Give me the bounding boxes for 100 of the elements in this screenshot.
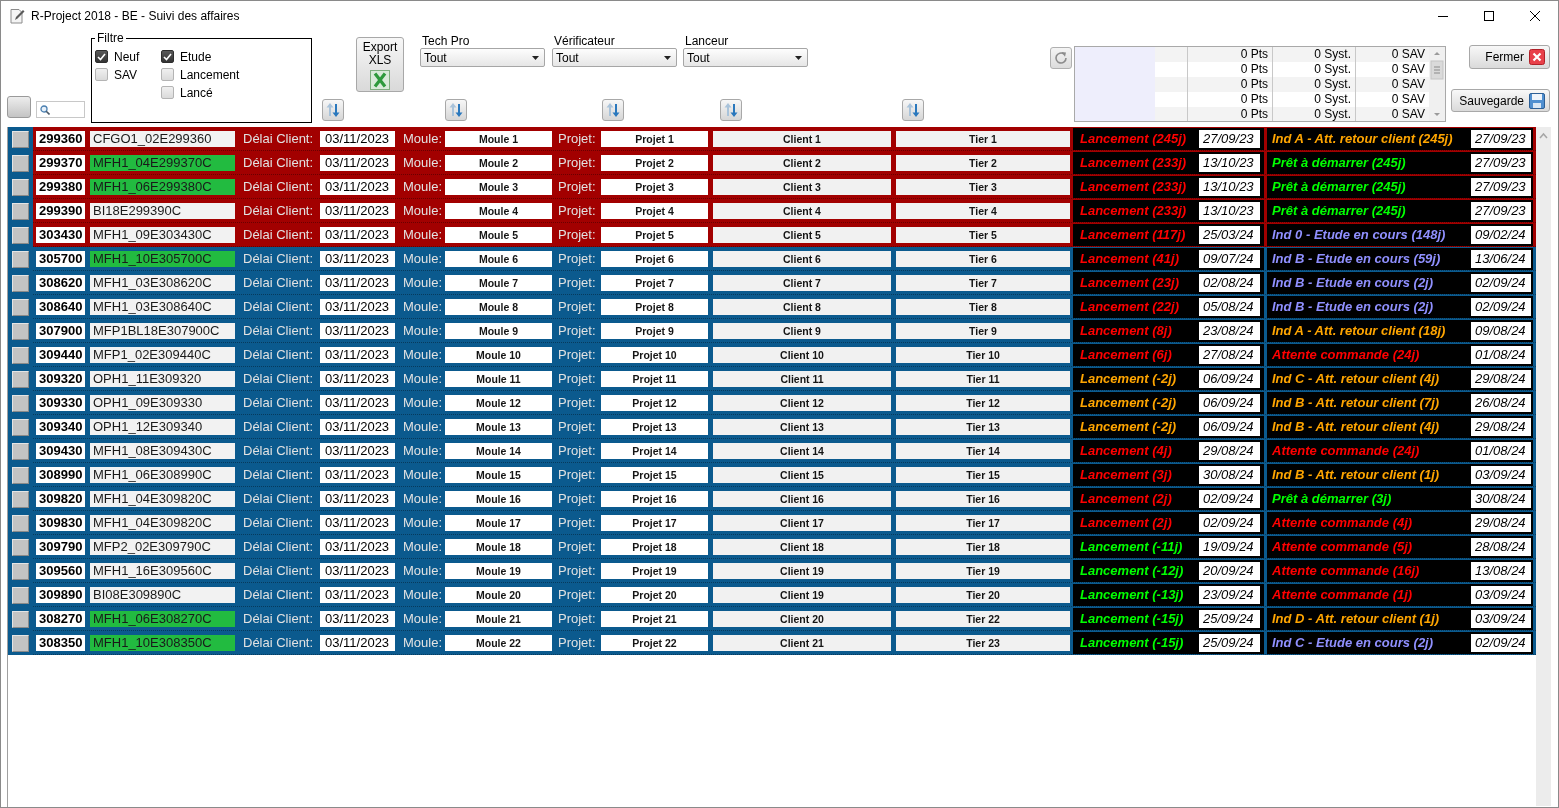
mould-cell: Moule 16 xyxy=(445,490,552,507)
tier-cell: Tier 3 xyxy=(896,178,1070,195)
export-button[interactable]: Export XLS xyxy=(356,37,404,92)
row-button[interactable] xyxy=(12,370,29,388)
dropdown[interactable]: Tout xyxy=(420,48,545,67)
tier-cell: Tier 10 xyxy=(896,346,1070,363)
field-label: Délai Client: xyxy=(243,635,315,650)
code-cell: MFP1BL18E307900C xyxy=(90,322,235,339)
date-cell: 29/08/24 xyxy=(1471,417,1531,436)
field-label: Délai Client: xyxy=(243,227,315,242)
row-button[interactable] xyxy=(12,538,29,556)
save-button[interactable]: Sauvegarde xyxy=(1451,89,1550,112)
status-text: Attente commande (24j) xyxy=(1272,443,1420,458)
search-field[interactable] xyxy=(36,101,85,118)
row-button[interactable] xyxy=(12,274,29,292)
field-label: Délai Client: xyxy=(243,155,315,170)
client-cell: Client 20 xyxy=(713,610,891,627)
launch-status-text: Lancement (233j) xyxy=(1080,179,1187,194)
field-label: Moule: xyxy=(403,515,443,530)
launch-status-text: Lancement (6j) xyxy=(1080,347,1172,362)
dropdown[interactable]: Tout xyxy=(683,48,808,67)
scrollbar[interactable] xyxy=(1429,47,1445,121)
date-cell: 03/11/2023 xyxy=(320,490,395,507)
row-button[interactable] xyxy=(12,178,29,196)
checkbox[interactable] xyxy=(161,68,174,81)
client-cell: Client 12 xyxy=(713,394,891,411)
field-label: Moule: xyxy=(403,203,443,218)
field-label: Délai Client: xyxy=(243,611,315,626)
field-label: Moule: xyxy=(403,611,443,626)
row-button[interactable] xyxy=(12,154,29,172)
date-cell: 03/11/2023 xyxy=(320,298,395,315)
client-cell: Client 10 xyxy=(713,346,891,363)
checkbox[interactable] xyxy=(161,86,174,99)
checkbox[interactable] xyxy=(161,50,174,63)
status-text: Attente commande (16j) xyxy=(1272,563,1420,578)
row-button[interactable] xyxy=(12,250,29,268)
row-button[interactable] xyxy=(12,562,29,580)
row-button[interactable] xyxy=(12,202,29,220)
field-label: Délai Client: xyxy=(243,347,315,362)
row-button[interactable] xyxy=(12,514,29,532)
dropdown[interactable]: Tout xyxy=(552,48,677,67)
field-label: Moule: xyxy=(403,275,443,290)
date-cell: 03/11/2023 xyxy=(320,178,395,195)
date-cell: 25/09/24 xyxy=(1199,609,1260,628)
row-button[interactable] xyxy=(12,442,29,460)
scrollbar[interactable] xyxy=(1536,127,1551,806)
group-title: Filtre xyxy=(96,31,125,45)
checkbox[interactable] xyxy=(95,50,108,63)
date-cell: 03/11/2023 xyxy=(320,586,395,603)
sort-button[interactable] xyxy=(445,99,467,121)
mould-cell: Moule 12 xyxy=(445,394,552,411)
field-label: Vérificateur xyxy=(553,34,616,48)
mould-cell: Moule 20 xyxy=(445,586,552,603)
client-cell: Client 8 xyxy=(713,298,891,315)
row-button[interactable] xyxy=(12,586,29,604)
field-label: Délai Client: xyxy=(243,203,315,218)
mould-cell: Moule 7 xyxy=(445,274,552,291)
date-cell: 30/08/24 xyxy=(1199,465,1260,484)
tier-cell: Tier 15 xyxy=(896,466,1070,483)
field-label: Moule: xyxy=(403,635,443,650)
sort-button[interactable] xyxy=(902,99,924,121)
row-button[interactable] xyxy=(12,466,29,484)
row-button[interactable] xyxy=(12,610,29,628)
field-label: Moule: xyxy=(403,371,443,386)
project-cell: Projet 20 xyxy=(601,586,708,603)
row-button[interactable] xyxy=(12,322,29,340)
row-button[interactable] xyxy=(12,298,29,316)
date-cell: 06/09/24 xyxy=(1199,369,1260,388)
mould-cell: Moule 1 xyxy=(445,130,552,147)
field-label: Délai Client: xyxy=(243,539,315,554)
id-cell: 308990 xyxy=(36,466,85,483)
project-cell: Projet 21 xyxy=(601,610,708,627)
row-button[interactable] xyxy=(12,490,29,508)
field-label: Projet: xyxy=(558,563,597,578)
code-cell: CFGO1_02E299360 xyxy=(90,130,235,147)
close-button[interactable]: Fermer xyxy=(1469,45,1550,69)
field-label: Délai Client: xyxy=(243,587,315,602)
field-label: Projet: xyxy=(558,587,597,602)
date-cell: 06/09/24 xyxy=(1199,417,1260,436)
row-button[interactable] xyxy=(12,226,29,244)
date-cell: 03/09/24 xyxy=(1471,465,1531,484)
date-cell: 13/06/24 xyxy=(1471,249,1531,268)
row-button[interactable] xyxy=(12,394,29,412)
row-button[interactable] xyxy=(12,418,29,436)
sort-button[interactable] xyxy=(602,99,624,121)
sort-button[interactable] xyxy=(720,99,742,121)
project-cell: Projet 4 xyxy=(601,202,708,219)
id-cell: 309560 xyxy=(36,562,85,579)
row-button[interactable] xyxy=(12,130,29,148)
row-button[interactable] xyxy=(12,634,29,652)
project-cell: Projet 3 xyxy=(601,178,708,195)
row-button[interactable] xyxy=(12,346,29,364)
launch-status-text: Lancement (22j) xyxy=(1080,299,1179,314)
checkbox[interactable] xyxy=(95,68,108,81)
client-cell: Client 19 xyxy=(713,562,891,579)
field-label: Projet: xyxy=(558,611,597,626)
refresh-button[interactable] xyxy=(1050,47,1072,69)
tier-cell: Tier 13 xyxy=(896,418,1070,435)
sort-button[interactable] xyxy=(322,99,344,121)
mould-cell: Moule 17 xyxy=(445,514,552,531)
